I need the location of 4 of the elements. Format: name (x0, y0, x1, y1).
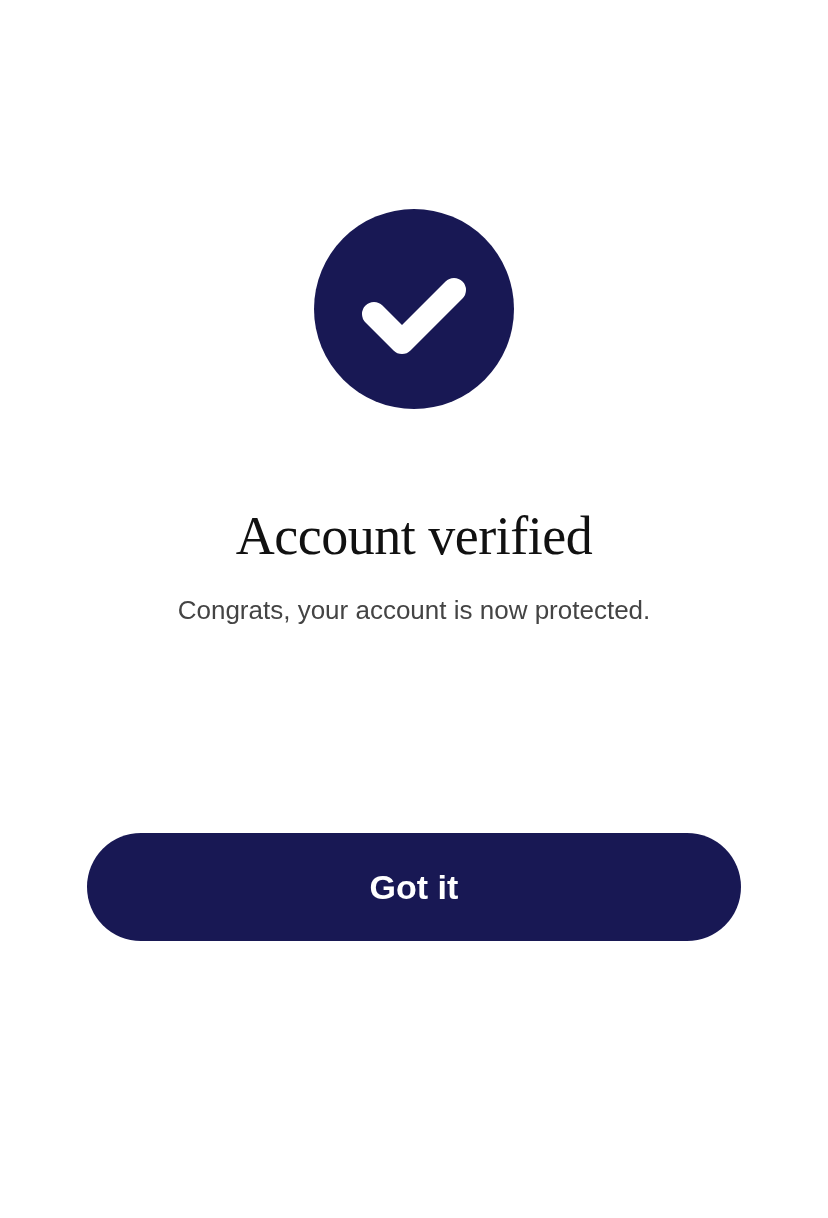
message: Congrats, your account is now protected. (177, 594, 651, 627)
checkmark-icon (314, 209, 514, 409)
got-it-button[interactable]: Got it (87, 833, 741, 941)
title: Account verified (235, 505, 593, 567)
